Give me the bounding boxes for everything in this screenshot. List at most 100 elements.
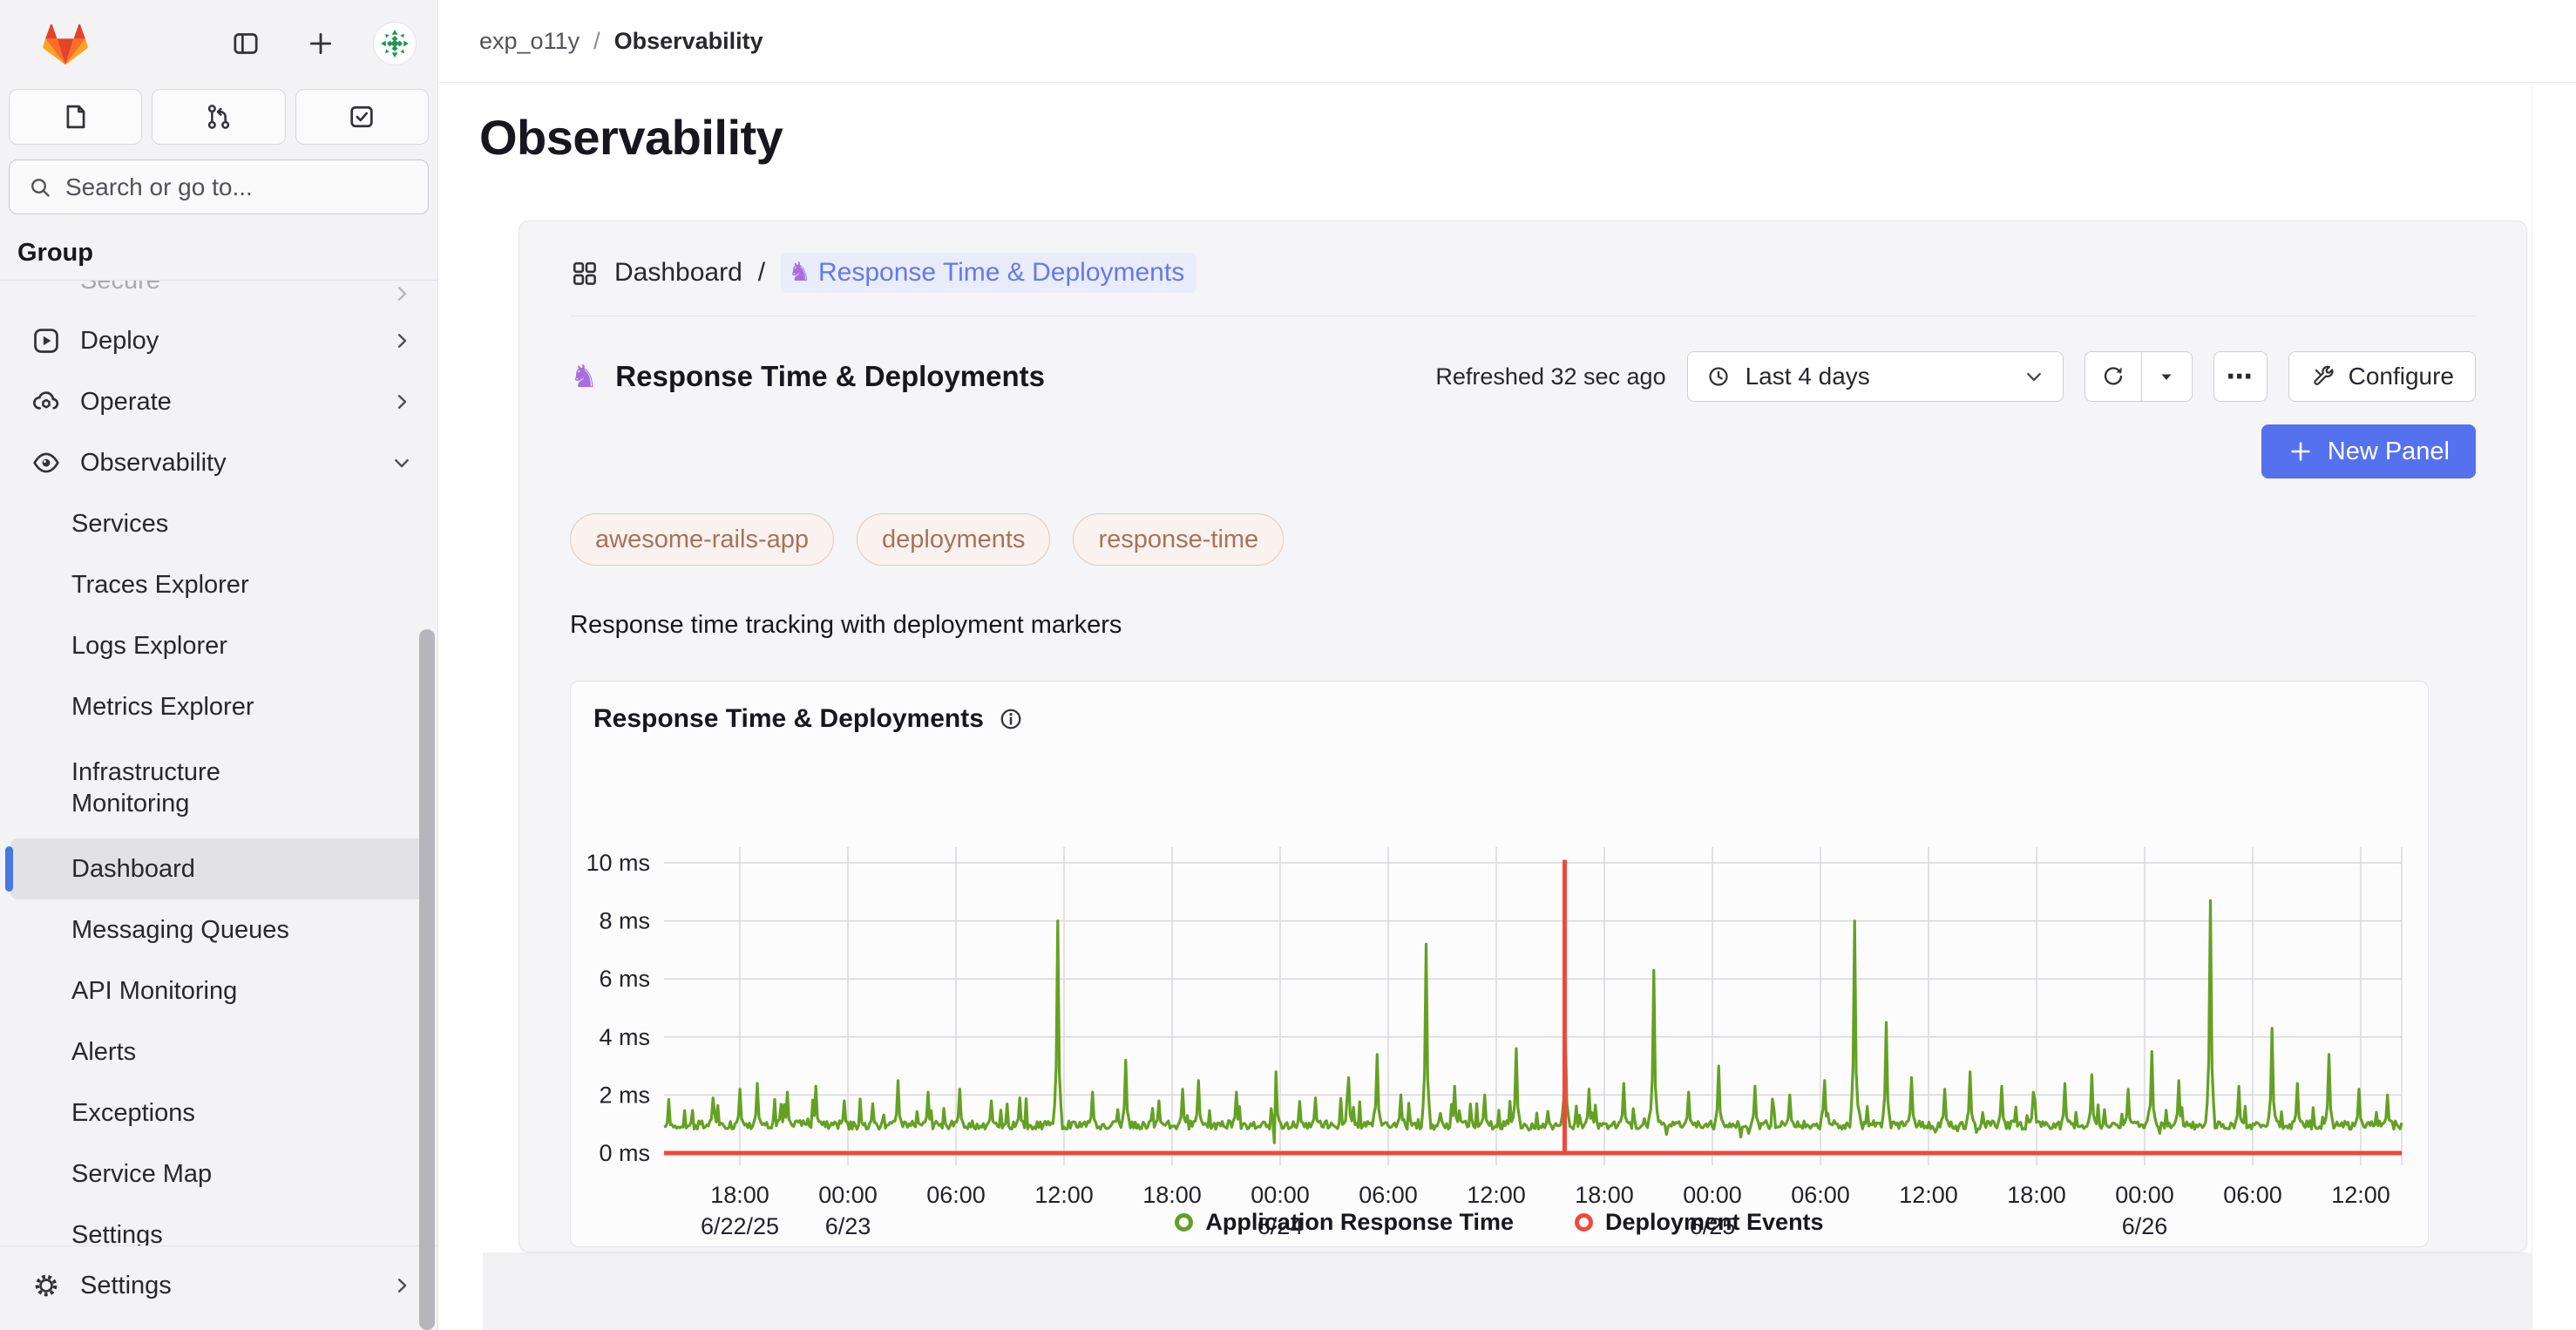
info-icon[interactable] bbox=[998, 706, 1024, 732]
sidebar-item-messaging-queues[interactable]: Messaging Queues bbox=[10, 899, 427, 960]
tag-response-time[interactable]: response-time bbox=[1073, 513, 1284, 566]
sidebar-item-label: Messaging Queues bbox=[71, 914, 342, 946]
sidebar-item-label: Observability bbox=[80, 447, 227, 478]
merge-request-icon bbox=[204, 102, 234, 132]
svg-text:0 ms: 0 ms bbox=[599, 1140, 650, 1166]
sidebar-item-infrastructure-monitoring[interactable]: Infrastructure Monitoring bbox=[10, 737, 427, 838]
sidebar-item-observability[interactable]: Observability bbox=[10, 432, 427, 493]
sidebar-item-label: Infrastructure Monitoring bbox=[71, 757, 342, 820]
search-icon bbox=[27, 174, 53, 200]
create-new-button[interactable] bbox=[298, 21, 343, 66]
svg-text:18:00: 18:00 bbox=[2007, 1182, 2066, 1208]
page-scroll-area: Observability Dashboard / ♞ Response Tim… bbox=[439, 83, 2532, 1330]
breadcrumb-separator: / bbox=[758, 258, 765, 288]
plus-icon bbox=[2288, 438, 2314, 465]
merge-requests-shortcut-button[interactable] bbox=[152, 89, 285, 145]
sidebar-item-logs-explorer[interactable]: Logs Explorer bbox=[10, 615, 427, 676]
sidebar-item-label: Alerts bbox=[71, 1036, 342, 1068]
chart-legend: Application Response Time Deployment Even… bbox=[571, 1209, 2428, 1236]
plus-icon bbox=[306, 29, 336, 58]
sidebar-item-label: Service Map bbox=[71, 1158, 342, 1190]
svg-text:12:00: 12:00 bbox=[1034, 1182, 1094, 1208]
more-actions-button[interactable]: ⋯ bbox=[2213, 351, 2268, 402]
dashboard-card: Dashboard / ♞ Response Time & Deployment… bbox=[519, 221, 2527, 1252]
todos-shortcut-button[interactable] bbox=[295, 89, 429, 145]
sidebar-item-label: Operate bbox=[80, 386, 172, 417]
gear-icon bbox=[31, 1271, 61, 1300]
tag-awesome-rails-app[interactable]: awesome-rails-app bbox=[570, 513, 834, 566]
dashboard-breadcrumb: Dashboard / ♞ Response Time & Deployment… bbox=[570, 221, 2476, 316]
sidebar-item-operate[interactable]: Operate bbox=[10, 371, 427, 432]
sidebar-item-traces-explorer[interactable]: Traces Explorer bbox=[10, 554, 427, 615]
sidebar-nav: Secure Deploy Operate Observability Services… bbox=[0, 281, 437, 1245]
refresh-button[interactable] bbox=[2085, 351, 2142, 402]
sidebar-item-api-monitoring[interactable]: API Monitoring bbox=[10, 960, 427, 1021]
sidebar-item-label: Traces Explorer bbox=[71, 569, 342, 601]
window-scrollbar-gutter[interactable] bbox=[2532, 83, 2576, 1330]
sidebar-item-settings[interactable]: Settings bbox=[10, 1204, 427, 1245]
sidebar-item-label: Settings bbox=[80, 1270, 172, 1301]
legend-label: Application Response Time bbox=[1205, 1209, 1514, 1236]
svg-text:12:00: 12:00 bbox=[2331, 1182, 2390, 1208]
caret-down-icon bbox=[2156, 366, 2177, 387]
clock-icon bbox=[1705, 363, 1732, 390]
refresh-split-button bbox=[2085, 351, 2193, 402]
refresh-icon bbox=[2100, 363, 2126, 390]
svg-text:06:00: 06:00 bbox=[1359, 1182, 1418, 1208]
sidebar-item-service-map[interactable]: Service Map bbox=[10, 1143, 427, 1204]
legend-item[interactable]: Application Response Time bbox=[1175, 1209, 1514, 1236]
issues-shortcut-button[interactable] bbox=[9, 89, 142, 145]
sidebar-item-label: Deploy bbox=[80, 325, 159, 356]
sidebar-panel-icon bbox=[231, 29, 261, 58]
chevron-right-icon bbox=[390, 329, 413, 352]
dashboard-breadcrumb-current-link[interactable]: ♞ Response Time & Deployments bbox=[781, 253, 1196, 293]
new-panel-button[interactable]: New Panel bbox=[2261, 424, 2476, 478]
gitlab-logo-icon[interactable] bbox=[40, 19, 91, 68]
search-input[interactable]: Search or go to... bbox=[9, 159, 429, 214]
sidebar-item-services[interactable]: Services bbox=[10, 493, 427, 554]
super-sidebar: Search or go to... Group SecureDeployOpe… bbox=[0, 0, 438, 1330]
configure-button[interactable]: Configure bbox=[2288, 351, 2476, 402]
legend-marker-icon bbox=[1175, 1213, 1193, 1232]
svg-text:10 ms: 10 ms bbox=[586, 850, 650, 876]
refresh-interval-caret-button[interactable] bbox=[2142, 351, 2193, 402]
svg-text:06:00: 06:00 bbox=[926, 1182, 986, 1208]
breadcrumb-group-link[interactable]: exp_o11y bbox=[479, 28, 580, 55]
sidebar-item-dashboard[interactable]: Dashboard bbox=[10, 838, 427, 899]
svg-text:00:00: 00:00 bbox=[818, 1182, 878, 1208]
sidebar-item-exceptions[interactable]: Exceptions bbox=[10, 1082, 427, 1143]
legend-item[interactable]: Deployment Events bbox=[1575, 1209, 1824, 1236]
time-range-dropdown[interactable]: Last 4 days bbox=[1687, 351, 2064, 402]
search-placeholder: Search or go to... bbox=[65, 173, 253, 201]
avatar[interactable] bbox=[373, 22, 417, 65]
time-range-value: Last 4 days bbox=[1746, 363, 2009, 390]
collapse-sidebar-button[interactable] bbox=[223, 21, 268, 66]
sidebar-item-metrics-explorer[interactable]: Metrics Explorer bbox=[10, 676, 427, 737]
sidebar-item-partial[interactable]: Secure bbox=[10, 281, 427, 307]
dashboard-header: ♞ Response Time & Deployments Refreshed … bbox=[570, 351, 2476, 402]
sidebar-scrollbar[interactable] bbox=[419, 629, 435, 1330]
legend-label: Deployment Events bbox=[1605, 1209, 1824, 1236]
breadcrumb-separator: / bbox=[593, 28, 600, 55]
ellipsis-icon: ⋯ bbox=[2227, 362, 2254, 392]
sidebar-item-settings[interactable]: Settings bbox=[10, 1255, 427, 1316]
sidebar-item-alerts[interactable]: Alerts bbox=[10, 1021, 427, 1082]
dashboard-breadcrumb-current-label: Response Time & Deployments bbox=[818, 258, 1184, 288]
chevron-right-icon bbox=[390, 1274, 413, 1297]
tag-deployments[interactable]: deployments bbox=[857, 513, 1050, 566]
breadcrumb: exp_o11y / Observability bbox=[439, 0, 2576, 83]
svg-text:18:00: 18:00 bbox=[1575, 1182, 1634, 1208]
chart-panel-title: Response Time & Deployments bbox=[593, 704, 984, 734]
chart-panel: Response Time & Deployments 0 ms2 ms4 ms… bbox=[570, 681, 2429, 1247]
breadcrumb-page: Observability bbox=[614, 28, 763, 55]
sidebar-item-label: Services bbox=[71, 508, 342, 539]
svg-text:2 ms: 2 ms bbox=[599, 1082, 650, 1108]
svg-text:18:00: 18:00 bbox=[710, 1182, 769, 1208]
sidebar-item-label: Dashboard bbox=[71, 853, 342, 885]
svg-text:6 ms: 6 ms bbox=[599, 966, 650, 992]
main-content: exp_o11y / Observability Observability D… bbox=[439, 0, 2576, 1330]
dashboard-breadcrumb-root-link[interactable]: Dashboard bbox=[614, 258, 742, 288]
dashboard-description: Response time tracking with deployment m… bbox=[570, 611, 2476, 640]
sidebar-item-deploy[interactable]: Deploy bbox=[10, 310, 427, 371]
carousel-horse-emoji: ♞ bbox=[570, 358, 598, 395]
